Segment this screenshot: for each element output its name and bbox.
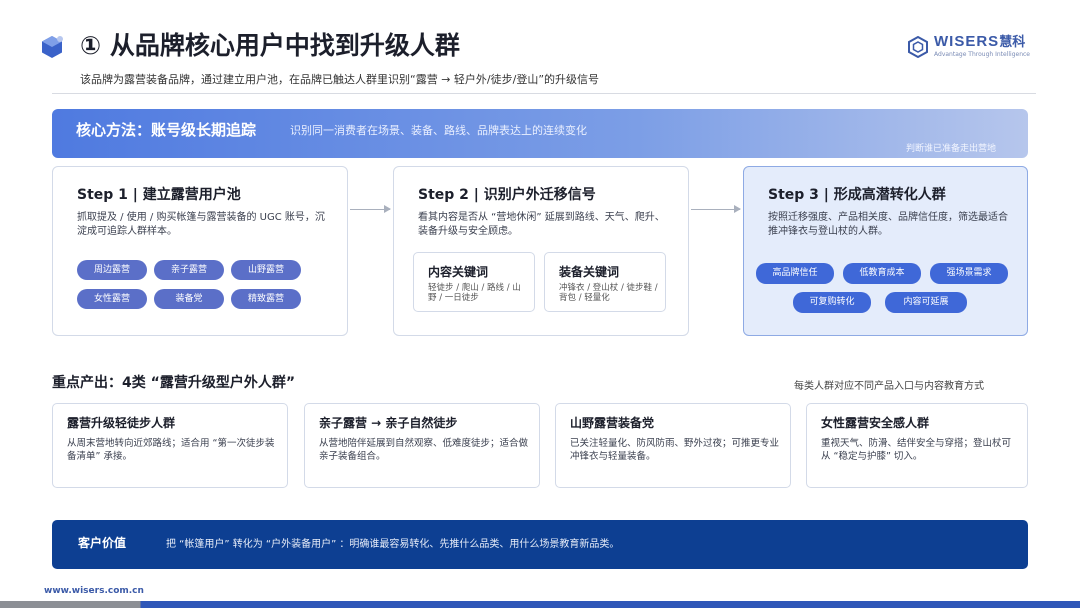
header-divider [52, 93, 1036, 94]
brand-name: WISERS慧科 [934, 33, 1026, 51]
tag-pill: 精致露营 [231, 289, 301, 309]
step-desc: 抓取提及 / 使用 / 购买帐篷与露营装备的 UGC 账号，沉淀成可追踪人群样本… [77, 212, 325, 237]
segment-card-title: 露营升级轻徒步人群 [67, 416, 176, 430]
brand-name-cn: 慧科 [999, 35, 1026, 50]
step-title: Step 2 | 识别户外迁移信号 [418, 187, 596, 203]
segment-card: 山野露营装备党 已关注轻量化、防风防雨、野外过夜；可推更专业冲锋衣与轻量装备。 [555, 403, 791, 488]
step-title: Step 1 | 建立露营用户池 [77, 187, 241, 203]
step-desc: 按照迁移强度、产品相关度、品牌信任度，筛选最适合推冲锋衣与登山杖的人群。 [768, 212, 1008, 237]
segment-card-desc: 重视天气、防滑、结伴安全与穿搭；登山杖可从 “稳定与护膝” 切入。 [821, 438, 1012, 462]
output-section-title: 重点产出：4类 “露营升级型户外人群” [52, 375, 296, 391]
segment-card-desc: 从营地陪伴延展到自然观察、低难度徒步；适合做亲子装备组合。 [319, 438, 529, 462]
tag-pill: 亲子露营 [154, 260, 224, 280]
tag-pill: 装备党 [154, 289, 224, 309]
keyword-box-title: 内容关键词 [428, 265, 489, 279]
footer-bar [0, 601, 1080, 608]
banner-title: 核心方法：账号级长期追踪 [76, 121, 257, 139]
step-desc: 看其内容是否从 “营地休闲” 延展到路线、天气、爬升、装备升级与安全顾虑。 [418, 212, 665, 237]
hexagon-logo-icon [908, 35, 929, 58]
cube-logo-icon [42, 36, 63, 58]
brand-tagline: Advantage Through Intelligence [934, 51, 1030, 58]
keyword-box-content: 内容关键词 轻徒步 / 爬山 / 路线 / 山野 / 一日徒步 [413, 252, 535, 312]
tag-pill: 周边露营 [77, 260, 147, 280]
segment-card: 露营升级轻徒步人群 从周末营地转向近郊路线；适合用 “第一次徒步装备清单” 承接… [52, 403, 288, 488]
brand-logo: WISERS慧科 Advantage Through Intelligence [908, 34, 1030, 59]
segment-card: 女性露营安全感人群 重视天气、防滑、结伴安全与穿搭；登山杖可从 “稳定与护膝” … [806, 403, 1028, 488]
segment-card: 亲子露营 → 亲子自然徒步 从营地陪伴延展到自然观察、低难度徒步；适合做亲子装备… [304, 403, 540, 488]
arrow-right-icon [350, 205, 391, 213]
step-card-3: Step 3 | 形成高潜转化人群 按照迁移强度、产品相关度、品牌信任度，筛选最… [743, 166, 1028, 336]
tag-pill: 山野露营 [231, 260, 301, 280]
tag-pill: 女性露营 [77, 289, 147, 309]
segment-card-desc: 从周末营地转向近郊路线；适合用 “第一次徒步装备清单” 承接。 [67, 438, 275, 462]
client-value-bar: 客户价值 把 “帐篷用户” 转化为 “户外装备用户” ：明确谁最容易转化、先推什… [52, 520, 1028, 569]
step-card-1: Step 1 | 建立露营用户池 抓取提及 / 使用 / 购买帐篷与露营装备的 … [52, 166, 348, 336]
tag-pill: 内容可延展 [885, 292, 967, 313]
segment-card-title: 山野露营装备党 [570, 416, 655, 430]
banner-note: 判断谁已准备走出营地 [905, 144, 996, 154]
tag-pill: 低教育成本 [843, 263, 921, 284]
segment-card-desc: 已关注轻量化、防风防雨、野外过夜；可推更专业冲锋衣与轻量装备。 [570, 438, 780, 462]
tag-pill: 高品牌信任 [756, 263, 834, 284]
keyword-box-gear: 装备关键词 冲锋衣 / 登山杖 / 徒步鞋 / 背包 / 轻量化 [544, 252, 666, 312]
keyword-box-title: 装备关键词 [559, 265, 620, 279]
arrow-right-icon [691, 205, 741, 213]
segment-card-title: 亲子露营 → 亲子自然徒步 [319, 416, 458, 430]
client-value-text: 把 “帐篷用户” 转化为 “户外装备用户” ：明确谁最容易转化、先推什么品类、用… [166, 539, 620, 550]
keyword-box-body: 冲锋衣 / 登山杖 / 徒步鞋 / 背包 / 轻量化 [559, 283, 658, 303]
step-title: Step 3 | 形成高潜转化人群 [768, 187, 946, 203]
page-title: ① 从品牌核心用户中找到升级人群 [80, 31, 460, 60]
tag-pill: 可复购转化 [793, 292, 871, 313]
segment-card-title: 女性露营安全感人群 [821, 416, 930, 430]
output-section-note: 每类人群对应不同产品入口与内容教育方式 [794, 381, 984, 392]
page-subtitle: 该品牌为露营装备品牌，通过建立用户池，在品牌已触达人群里识别“露营 → 轻户外/… [80, 73, 600, 86]
client-value-label: 客户价值 [78, 536, 127, 550]
keyword-box-body: 轻徒步 / 爬山 / 路线 / 山野 / 一日徒步 [428, 283, 521, 303]
tag-pill: 强场景需求 [930, 263, 1008, 284]
banner-desc: 识别同一消费者在场景、装备、路线、品牌表达上的连续变化 [290, 124, 587, 137]
footer-url[interactable]: www.wisers.com.cn [44, 586, 144, 596]
core-method-banner: 核心方法：账号级长期追踪 识别同一消费者在场景、装备、路线、品牌表达上的连续变化… [52, 109, 1028, 158]
